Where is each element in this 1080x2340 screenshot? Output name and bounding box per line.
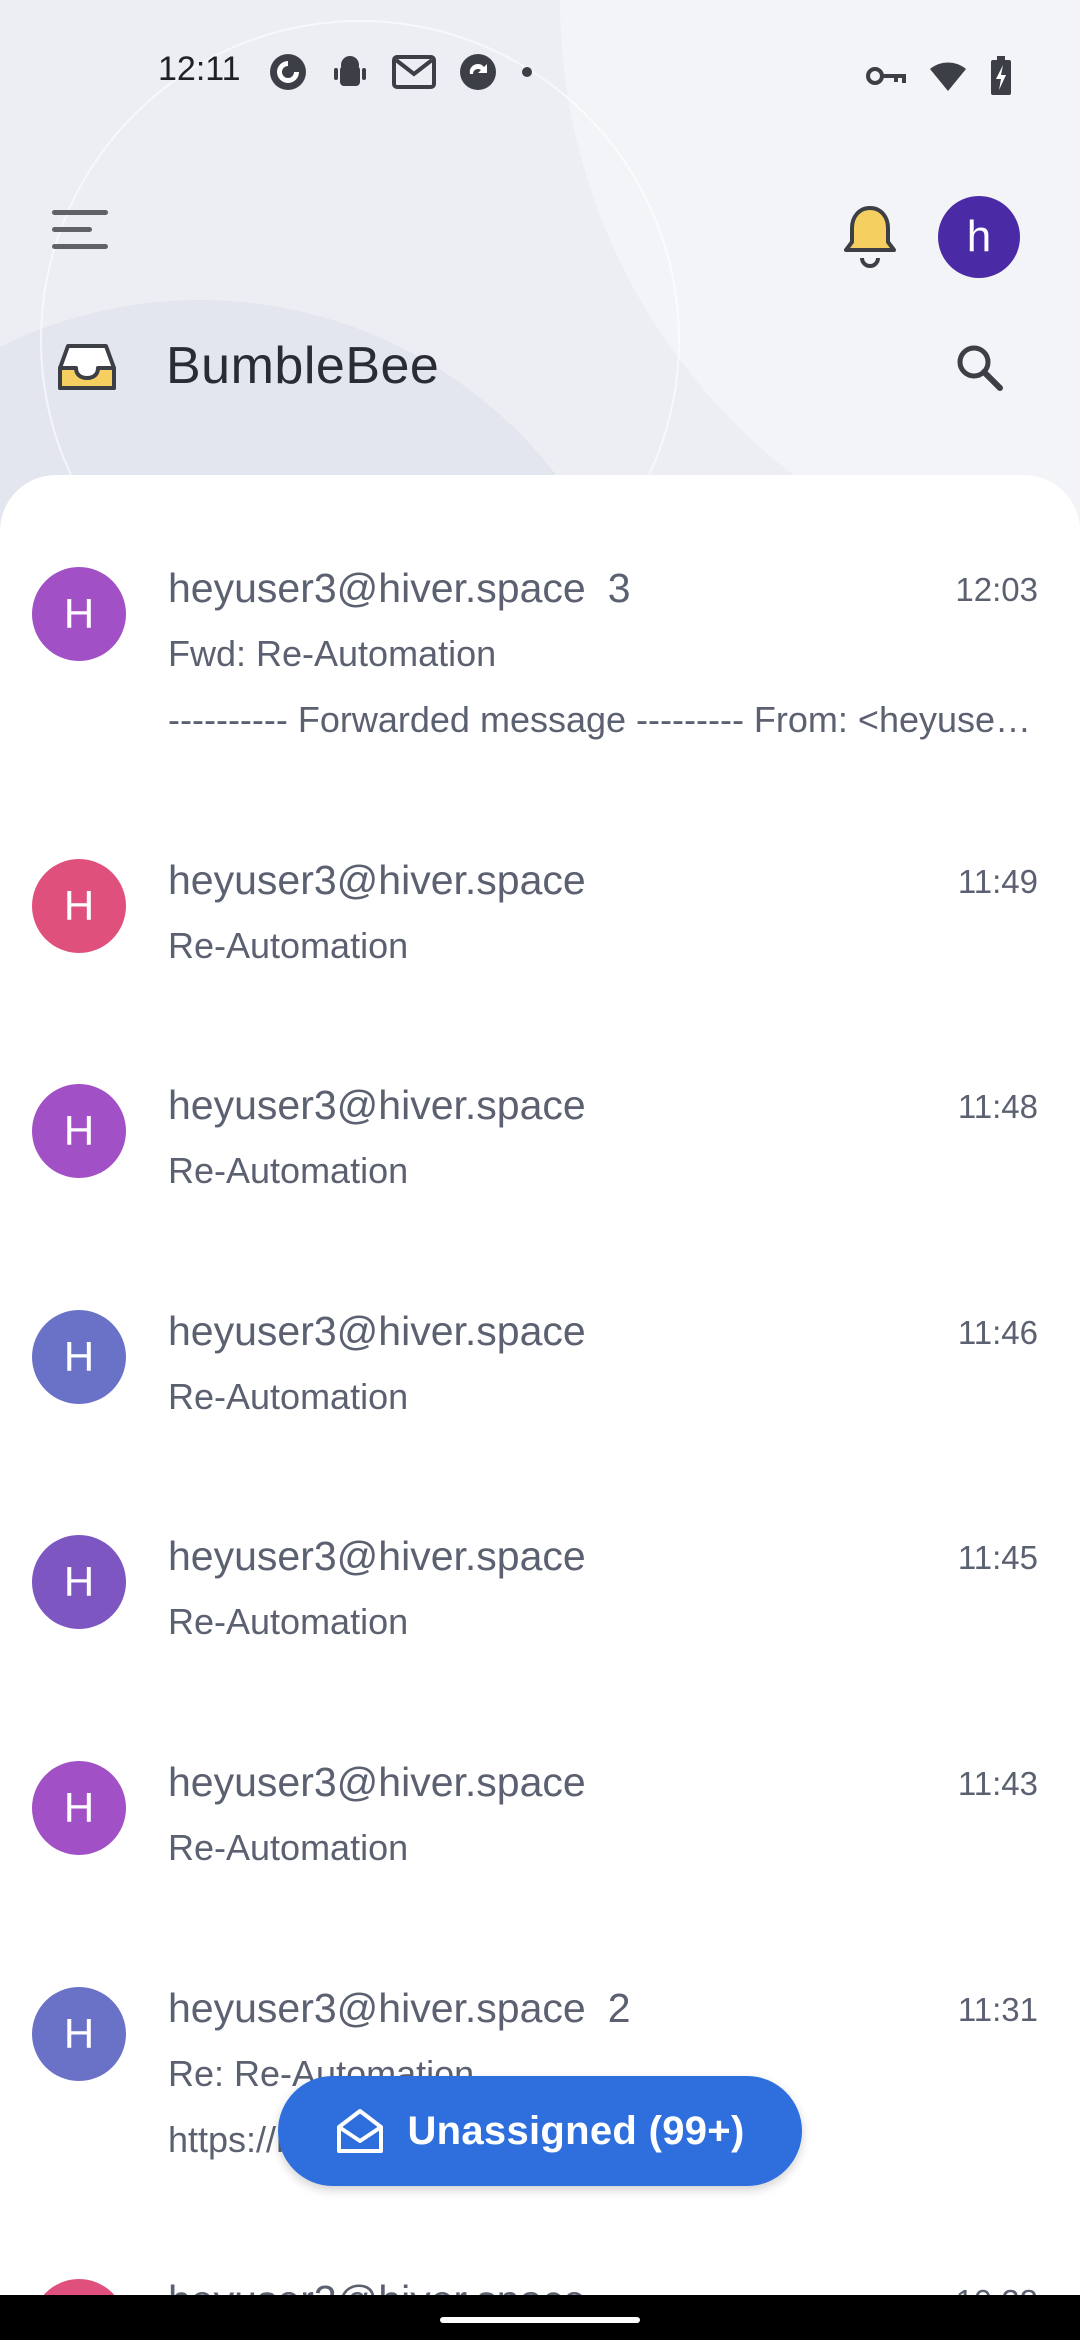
android-icon [330,52,370,97]
bell-icon [844,206,896,268]
sender-email: heyuser3@hiver.space [168,857,586,903]
sender-avatar: H [32,567,126,661]
pocket-casts-icon [268,52,308,97]
system-navigation-bar [0,2295,1080,2340]
sync-app-icon [458,52,498,97]
thread-count: 3 [607,565,631,611]
sender-email: heyuser3@hiver.space [168,1308,586,1354]
system-icons [866,56,1012,101]
inbox-title-bar: BumbleBee [0,330,1080,410]
battery-charging-icon [990,56,1012,101]
search-button[interactable] [952,340,1012,400]
conversation-list[interactable]: H heyuser3@hiver.space 3 12:03 Fwd: Re-Au… [0,475,1080,2295]
conversation-item[interactable]: H heyuser3@hiver.space 11:45 Re-Automati… [0,1533,1080,1673]
conversation-item[interactable]: H heyuser3@hiver.space 11:46 Re-Automati… [0,1308,1080,1448]
user-avatar-button[interactable]: h [938,196,1020,278]
search-icon [957,345,1003,391]
thread-count: 2 [607,1985,631,2031]
sender-avatar: H [32,1310,126,1404]
sender-email: heyuser3@hiver.space [168,1759,586,1805]
message-subject: Fwd: Re-Automation [168,633,497,674]
sender-avatar: H [32,1084,126,1178]
message-subject: Re-Automation [168,1601,409,1642]
message-subject: Re-Automation [168,925,409,966]
conversation-item[interactable]: H heyuser3@hiver.space 11:43 Re-Automati… [0,1759,1080,1899]
notification-icons [268,52,534,97]
conversation-item[interactable]: H heyuser3@hiver.space 11:49 Re-Automati… [0,857,1080,997]
conversation-item[interactable]: H heyuser3@hiver.space 11:48 Re-Automati… [0,1082,1080,1222]
message-time: 11:46 [957,1314,1038,1351]
status-time: 12:11 [158,50,241,88]
status-bar: 12:11 [0,0,1080,150]
sender-avatar: H [32,859,126,953]
message-subject: Re-Automation [168,1827,409,1868]
message-time: 10:28 [955,2283,1038,2295]
message-preview: ---------- Forwarded message --------- F… [168,699,1038,740]
app-bar: h [0,190,1080,280]
sender-email: heyuser3@hiver.space [168,1082,586,1128]
inbox-icon [56,342,118,399]
sender-email: heyuser3@hiver.space [168,2277,608,2295]
sender-email: heyuser3@hiver.space 3 [168,565,631,611]
sender-avatar: H [32,1761,126,1855]
message-time: 12:03 [955,571,1038,608]
message-subject: Re-Automation [168,1150,409,1191]
dot-icon [520,65,534,84]
inbox-screen: 12:11 h BumbleBee H heyuser3@hiver.space… [0,0,1080,2340]
gmail-icon [392,54,436,95]
message-time: 11:31 [957,1991,1038,2028]
menu-button[interactable] [52,210,122,260]
fab-label: Unassigned (99+) [407,2108,745,2153]
sender-avatar: H [32,1535,126,1629]
notifications-button[interactable] [840,202,900,272]
sender-email: heyuser3@hiver.space [168,1533,586,1579]
avatar-letter: h [966,212,992,261]
wifi-icon [928,59,968,98]
open-mail-icon [337,2109,384,2153]
menu-icon [52,210,108,215]
conversation-item[interactable]: H heyuser3@hiver.space 10:28 [0,2277,1080,2295]
sender-avatar: H [32,2279,126,2295]
sender-avatar: H [32,1987,126,2081]
inbox-title[interactable]: BumbleBee [166,336,439,396]
message-time: 11:49 [957,863,1038,900]
conversation-item[interactable]: H heyuser3@hiver.space 3 12:03 Fwd: Re-Au… [0,565,1080,765]
vpn-key-icon [866,64,906,93]
message-time: 11:45 [957,1539,1038,1576]
message-time: 11:48 [957,1088,1038,1125]
message-time: 11:43 [957,1765,1038,1802]
sender-email: heyuser3@hiver.space 2 [168,1985,631,2031]
home-gesture-handle[interactable] [440,2317,640,2323]
message-subject: Re-Automation [168,1376,409,1417]
unassigned-filter-button[interactable]: Unassigned (99+) [278,2076,802,2186]
